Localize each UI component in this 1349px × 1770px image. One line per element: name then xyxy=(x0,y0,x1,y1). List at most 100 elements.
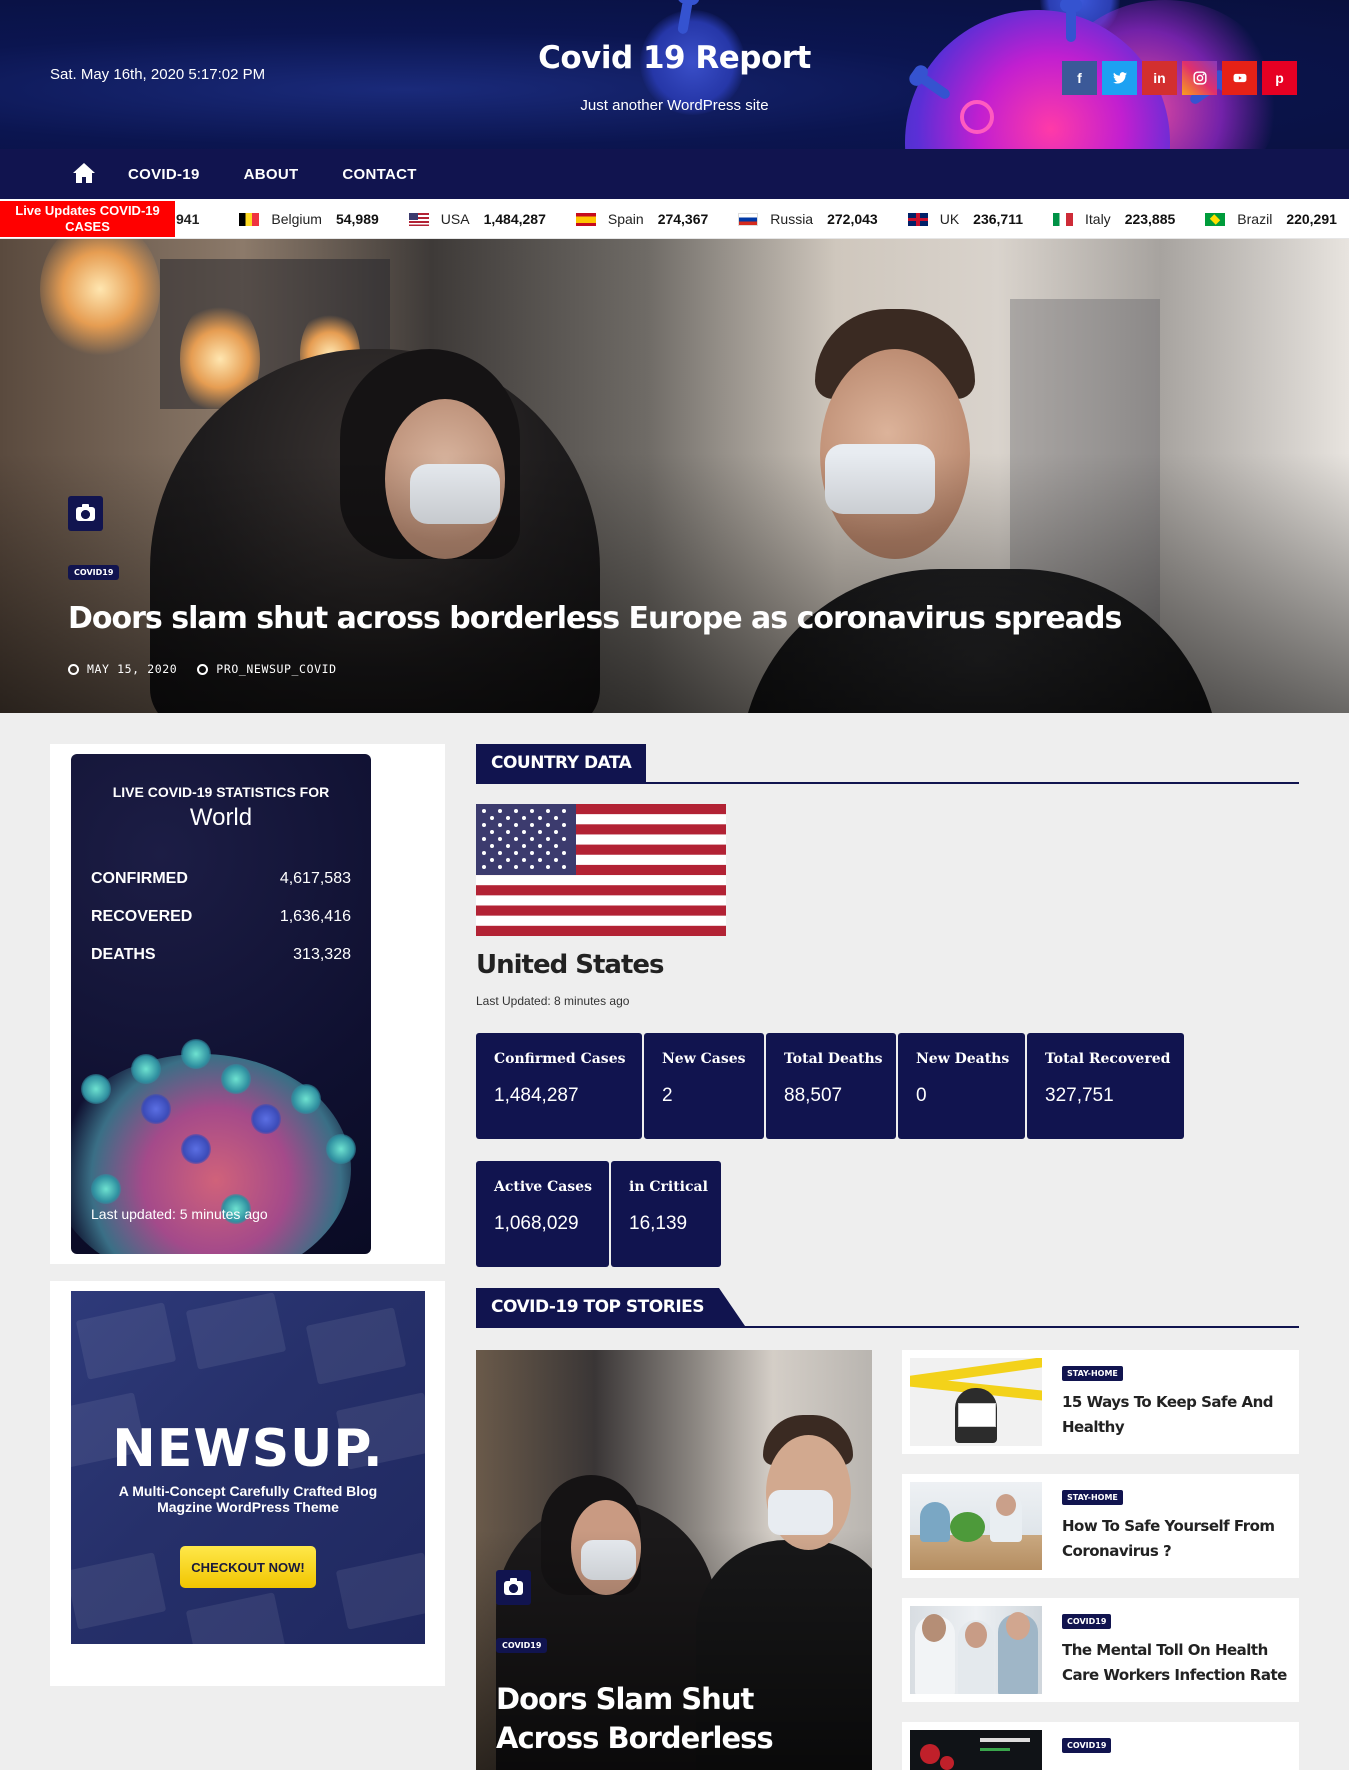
story-item[interactable]: STAY-HOME How To Safe Yourself From Coro… xyxy=(902,1474,1299,1578)
story-item[interactable]: COVID19 The Mental Toll On Health Care W… xyxy=(902,1598,1299,1702)
ad-subtitle: A Multi-Concept Carefully Crafted Blog M… xyxy=(118,1483,378,1515)
ticker-value: 223,885 xyxy=(1124,211,1176,227)
virus-image xyxy=(251,1104,281,1134)
camera-icon[interactable] xyxy=(496,1570,531,1605)
story-item[interactable]: STAY-HOME 15 Ways To Keep Safe And Healt… xyxy=(902,1350,1299,1454)
nav-item-about[interactable]: ABOUT xyxy=(244,166,299,183)
nav-item-covid19[interactable]: COVID-19 xyxy=(128,166,200,183)
stat-card-new-deaths: New Deaths 0 xyxy=(898,1033,1025,1139)
story-title[interactable]: The Mental Toll On Health Care Workers I… xyxy=(1062,1638,1287,1688)
card-value: 88,507 xyxy=(784,1085,843,1106)
country-updated: Last Updated: 8 minutes ago xyxy=(476,994,630,1008)
stat-card-total-deaths: Total Deaths 88,507 xyxy=(766,1033,896,1139)
ticker-value: 236,711 xyxy=(973,211,1023,227)
card-value: 16,139 xyxy=(629,1213,688,1234)
virus-image xyxy=(181,1039,211,1069)
stats-heading: LIVE COVID-19 STATISTICS FOR xyxy=(112,784,330,800)
ad-background-tile xyxy=(75,1302,177,1380)
ticker-item-uk[interactable]: UK 236,711 xyxy=(907,211,1023,227)
ticker-country: Belgium xyxy=(271,211,322,227)
stat-card-new-cases: New Cases 2 xyxy=(644,1033,764,1139)
linkedin-icon[interactable]: in xyxy=(1142,61,1177,95)
ticker-item-russia[interactable]: Russia 272,043 xyxy=(738,211,878,227)
nav-item-contact[interactable]: CONTACT xyxy=(342,166,416,183)
story-category-tag[interactable]: COVID19 xyxy=(1062,1738,1112,1753)
stat-value: 1,636,416 xyxy=(279,908,351,925)
stat-card-active-cases: Active Cases 1,068,029 xyxy=(476,1161,609,1267)
story-thumbnail[interactable] xyxy=(910,1482,1042,1570)
brazil-flag-icon xyxy=(1205,212,1226,226)
ad-background-tile xyxy=(185,1292,287,1370)
card-value: 327,751 xyxy=(1045,1085,1114,1106)
youtube-icon[interactable] xyxy=(1222,61,1257,95)
ticker-item-italy[interactable]: Italy 223,885 xyxy=(1053,211,1175,227)
stat-value: 313,328 xyxy=(293,946,351,963)
hero-category-tag[interactable]: COVID19 xyxy=(68,565,120,580)
card-value: 1,068,029 xyxy=(494,1213,579,1234)
hero-title[interactable]: Doors slam shut across borderless Europe… xyxy=(68,601,1122,636)
ticker-track: 941 Belgium 54,989 USA 1,484,287 Spain 2… xyxy=(176,199,1349,238)
story-category-tag[interactable]: STAY-HOME xyxy=(1062,1366,1123,1381)
card-label: New Deaths xyxy=(916,1051,1010,1067)
featured-story-card[interactable]: COVID19 Doors Slam Shut Across Borderles… xyxy=(476,1350,872,1770)
ticker-item-brazil[interactable]: Brazil 220,291 xyxy=(1205,211,1337,227)
live-stats-widget: LIVE COVID-19 STATISTICS FOR World CONFI… xyxy=(71,754,371,1254)
featured-story-title[interactable]: Doors Slam Shut Across Borderless xyxy=(496,1680,856,1758)
story-item[interactable]: COVID19 xyxy=(902,1722,1299,1770)
ticker-item-usa[interactable]: USA 1,484,287 xyxy=(408,211,546,227)
ticker-country: Brazil xyxy=(1237,211,1273,227)
main-navigation: COVID-19 ABOUT CONTACT xyxy=(0,149,1349,199)
story-thumbnail[interactable] xyxy=(910,1606,1042,1694)
stat-row-confirmed: CONFIRMED 4,617,583 xyxy=(91,870,351,888)
virus-image xyxy=(326,1134,356,1164)
spain-flag-icon xyxy=(575,212,596,226)
ticker-value: 54,989 xyxy=(335,211,379,227)
italy-flag-icon xyxy=(1053,212,1073,226)
hero-author[interactable]: PRO_NEWSUP_COVID xyxy=(216,662,336,676)
belgium-flag-icon xyxy=(239,212,260,226)
story-thumbnail[interactable] xyxy=(910,1730,1042,1770)
story-category-tag[interactable]: STAY-HOME xyxy=(1062,1490,1123,1505)
stats-updated: Last updated: 5 minutes ago xyxy=(91,1206,268,1222)
ticker-item-spain[interactable]: Spain 274,367 xyxy=(575,211,708,227)
virus-image xyxy=(181,1134,211,1164)
site-header: Sat. May 16th, 2020 5:17:02 PM Covid 19 … xyxy=(0,0,1349,149)
pinterest-icon[interactable]: p xyxy=(1262,61,1297,95)
card-label: in Critical xyxy=(629,1179,708,1195)
virus-spike xyxy=(1060,0,1082,42)
section-title: COVID-19 TOP STORIES xyxy=(476,1288,746,1326)
us-flag-image xyxy=(476,804,726,936)
twitter-icon[interactable] xyxy=(1102,61,1137,95)
story-category-tag[interactable]: COVID19 xyxy=(496,1638,548,1653)
uk-flag-icon xyxy=(907,212,928,226)
story-category-tag[interactable]: COVID19 xyxy=(1062,1614,1112,1629)
checkout-button[interactable]: CHECKOUT NOW! xyxy=(180,1546,316,1588)
site-tagline: Just another WordPress site xyxy=(580,97,769,114)
instagram-icon[interactable] xyxy=(1182,61,1217,95)
ticker-country: Italy xyxy=(1085,211,1111,227)
ticker-value: 1,484,287 xyxy=(483,211,546,227)
newsup-ad-banner[interactable]: NEWSUP. A Multi-Concept Carefully Crafte… xyxy=(71,1291,425,1644)
hero-date[interactable]: MAY 15, 2020 xyxy=(87,662,177,676)
clock-icon xyxy=(68,663,79,675)
story-thumbnail[interactable] xyxy=(910,1358,1042,1446)
card-label: Total Deaths xyxy=(784,1051,883,1067)
ticker-country: Russia xyxy=(770,211,814,227)
story-title[interactable]: How To Safe Yourself From Coronavirus ? xyxy=(1062,1514,1287,1564)
ticker-country: Spain xyxy=(607,211,644,227)
usa-flag-icon xyxy=(408,212,429,226)
facebook-icon[interactable]: f xyxy=(1062,61,1097,95)
ticker-item-belgium[interactable]: Belgium 54,989 xyxy=(239,211,379,227)
virus-image xyxy=(141,1094,171,1124)
stats-location: World xyxy=(189,804,253,831)
ad-logo: NEWSUP. xyxy=(112,1419,384,1479)
stat-label: CONFIRMED xyxy=(91,870,188,887)
card-label: Active Cases xyxy=(494,1179,592,1195)
hero-featured-image[interactable] xyxy=(0,239,1349,713)
stat-value: 4,617,583 xyxy=(279,870,351,887)
camera-icon[interactable] xyxy=(68,496,103,531)
background-lamp xyxy=(40,239,160,359)
home-icon[interactable] xyxy=(72,162,96,186)
story-title[interactable]: 15 Ways To Keep Safe And Healthy xyxy=(1062,1390,1287,1440)
face-mask xyxy=(768,1490,833,1535)
